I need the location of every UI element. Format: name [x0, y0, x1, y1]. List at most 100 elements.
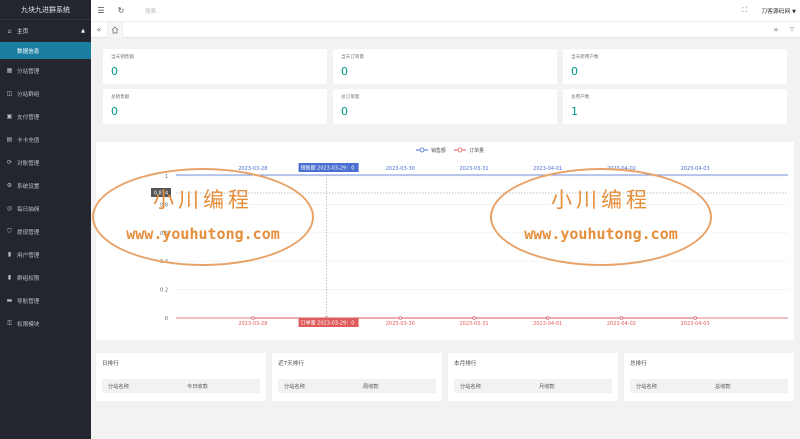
column-header: 分站名称 [460, 383, 481, 390]
column-header: 今日收款 [187, 383, 208, 390]
x-tick-label-bottom: 2023-03-28 [238, 321, 267, 327]
sidebar-item[interactable]: ◫ 分站群组 [0, 82, 91, 105]
sidebar-item[interactable]: ⚙ 系统设置 [0, 174, 91, 197]
legend-label: 订单量 [469, 147, 484, 154]
column-header: 周收款 [363, 383, 379, 390]
stat-label: 总用户数 [571, 95, 590, 100]
sidebar-item[interactable]: ▣ 支付管理 [0, 105, 91, 128]
stat-value: 0 [111, 105, 118, 118]
watermark: 小川编程 www.youhutong.com [490, 168, 712, 266]
sidebar-item-label: 提现管理 [17, 229, 40, 236]
data-point [251, 316, 255, 320]
sidebar-item-label: 卡卡充值 [17, 137, 40, 144]
grid-icon: ▦ [6, 67, 13, 74]
user-icon: ▮ [7, 251, 12, 258]
rank-table-header: 分站名称 月收款 [454, 379, 612, 393]
watermark-url: www.youhutong.com [126, 225, 280, 243]
users-icon: ▮ [7, 274, 12, 281]
pointer-label-bottom: 订单量 2023-03-29：0 [301, 320, 355, 327]
tab-home[interactable] [107, 21, 123, 38]
data-point [546, 316, 550, 320]
card-icon: ▤ [6, 136, 13, 143]
tabs-menu-icon[interactable]: ▽ [784, 26, 800, 33]
tab-bar: « » ▽ [91, 21, 800, 38]
top-bar: ☰ ↻ 搜索... ⛶ 刀客源码网 ▼ [91, 0, 800, 22]
sidebar-item[interactable]: ⟳ 对账管理 [0, 151, 91, 174]
wallet-icon: ▣ [6, 113, 13, 120]
sidebar-item-label: 对账管理 [17, 160, 40, 167]
sidebar-item[interactable]: ▮ 群组权限 [0, 266, 91, 289]
column-header: 分站名称 [284, 383, 305, 390]
rank-table-header: 分站名称 周收款 [278, 379, 436, 393]
x-tick-label-bottom: 2023-03-30 [386, 321, 415, 327]
sidebar-item-label: 分站管理 [17, 68, 40, 75]
sidebar-item-label: 每日抽佣 [17, 206, 40, 213]
watermark-title: 小川编程 [551, 188, 651, 212]
sidebar-item-label: 系统设置 [17, 183, 40, 190]
watermark-title: 小川编程 [153, 188, 253, 212]
rank-card-daily: 日排行 分站名称 今日收款 [96, 353, 266, 401]
stat-card: 当天新用户数 0 [563, 49, 787, 84]
tabs-prev-icon[interactable]: « [91, 25, 107, 34]
stat-value: 0 [111, 65, 118, 78]
shield-icon: ⛉ [7, 227, 12, 235]
sidebar: 九块九进群系统 ⌂ 主页 ▲ 数据信息 ▦ 分站管理 ◫ 分站群组 ▣ 支付管理 ▤ 卡卡充值… [0, 0, 91, 439]
module-icon: ⚿ [7, 319, 12, 327]
nav-icon: ▬ [6, 297, 13, 304]
search-input[interactable]: 搜索... [145, 7, 162, 15]
sidebar-item-home[interactable]: ⌂ 主页 ▲ [0, 20, 91, 42]
rank-table-header: 分站名称 总收款 [630, 379, 788, 393]
x-tick-label-bottom: 2023-04-03 [681, 321, 710, 327]
data-point [472, 316, 476, 320]
stat-card: 总用户数 1 [563, 89, 787, 124]
target-icon: ◎ [6, 205, 13, 212]
x-tick-label-bottom: 2023-04-02 [607, 321, 636, 327]
rank-table-header: 分站名称 今日收款 [102, 379, 260, 393]
rank-title: 日排行 [102, 361, 119, 367]
column-header: 总收款 [715, 383, 731, 390]
pointer-label-top: 销售额 2023-03-29：0 [301, 165, 355, 172]
sidebar-item-label: 群组权限 [17, 275, 40, 282]
stat-card: 当天销售额 0 [103, 49, 327, 84]
menu-toggle-icon[interactable]: ☰ [91, 6, 111, 15]
stats-grid: 当天销售额 0 当天订单量 0 当天新用户数 0 总销售额 0 总订单量 0 总用户数 1 [103, 49, 788, 124]
refresh-icon[interactable]: ↻ [111, 6, 131, 15]
stat-value: 0 [341, 65, 348, 78]
tabs-next-icon[interactable]: » [768, 25, 784, 34]
sidebar-item[interactable]: ⛉ 提现管理 [0, 220, 91, 243]
app-title: 九块九进群系统 [0, 0, 91, 20]
user-name: 刀客源码网 [761, 9, 791, 15]
stat-card: 当天订单量 0 [333, 49, 557, 84]
rank-title: 总排行 [630, 361, 647, 367]
home-icon [111, 26, 119, 33]
sidebar-item-label: 用户管理 [17, 252, 40, 259]
sidebar-item-label: 导航管理 [17, 298, 40, 305]
caret-down-icon: ▼ [792, 9, 796, 15]
legend-marker [457, 147, 463, 153]
sidebar-item-label: 权限模块 [17, 321, 40, 328]
home-icon: ⌂ [7, 27, 12, 35]
user-menu[interactable]: 刀客源码网 ▼ [761, 6, 796, 15]
rank-card-week: 近7天排行 分站名称 周收款 [272, 353, 442, 401]
stat-label: 当天订单量 [341, 55, 364, 60]
sidebar-item[interactable]: ◎ 每日抽佣 [0, 197, 91, 220]
stat-label: 总销售额 [111, 95, 130, 100]
rank-card-month: 本月排行 分站名称 月收款 [448, 353, 618, 401]
column-header: 月收款 [539, 383, 555, 390]
column-header: 分站名称 [108, 383, 129, 390]
watermark-url: www.youhutong.com [524, 225, 678, 243]
fullscreen-icon[interactable]: ⛶ [742, 6, 747, 15]
data-point [398, 316, 402, 320]
stat-label: 总订单量 [341, 95, 360, 100]
sidebar-item-dashboard[interactable]: 数据信息 [0, 42, 91, 59]
x-tick-label-bottom: 2023-03-31 [459, 321, 488, 327]
x-tick-label-top: 2023-04-03 [681, 166, 710, 172]
sidebar-item[interactable]: ▦ 分站管理 [0, 59, 91, 82]
sidebar-item-label: 主页 [17, 29, 29, 35]
sidebar-item[interactable]: ▬ 导航管理 [0, 289, 91, 312]
sidebar-item[interactable]: ▤ 卡卡充值 [0, 128, 91, 151]
sidebar-item[interactable]: ⚿ 权限模块 [0, 312, 91, 335]
sidebar-item[interactable]: ▮ 用户管理 [0, 243, 91, 266]
sidebar-item-label: 支付管理 [17, 114, 40, 121]
x-tick-label-top: 2023-03-31 [459, 166, 488, 172]
